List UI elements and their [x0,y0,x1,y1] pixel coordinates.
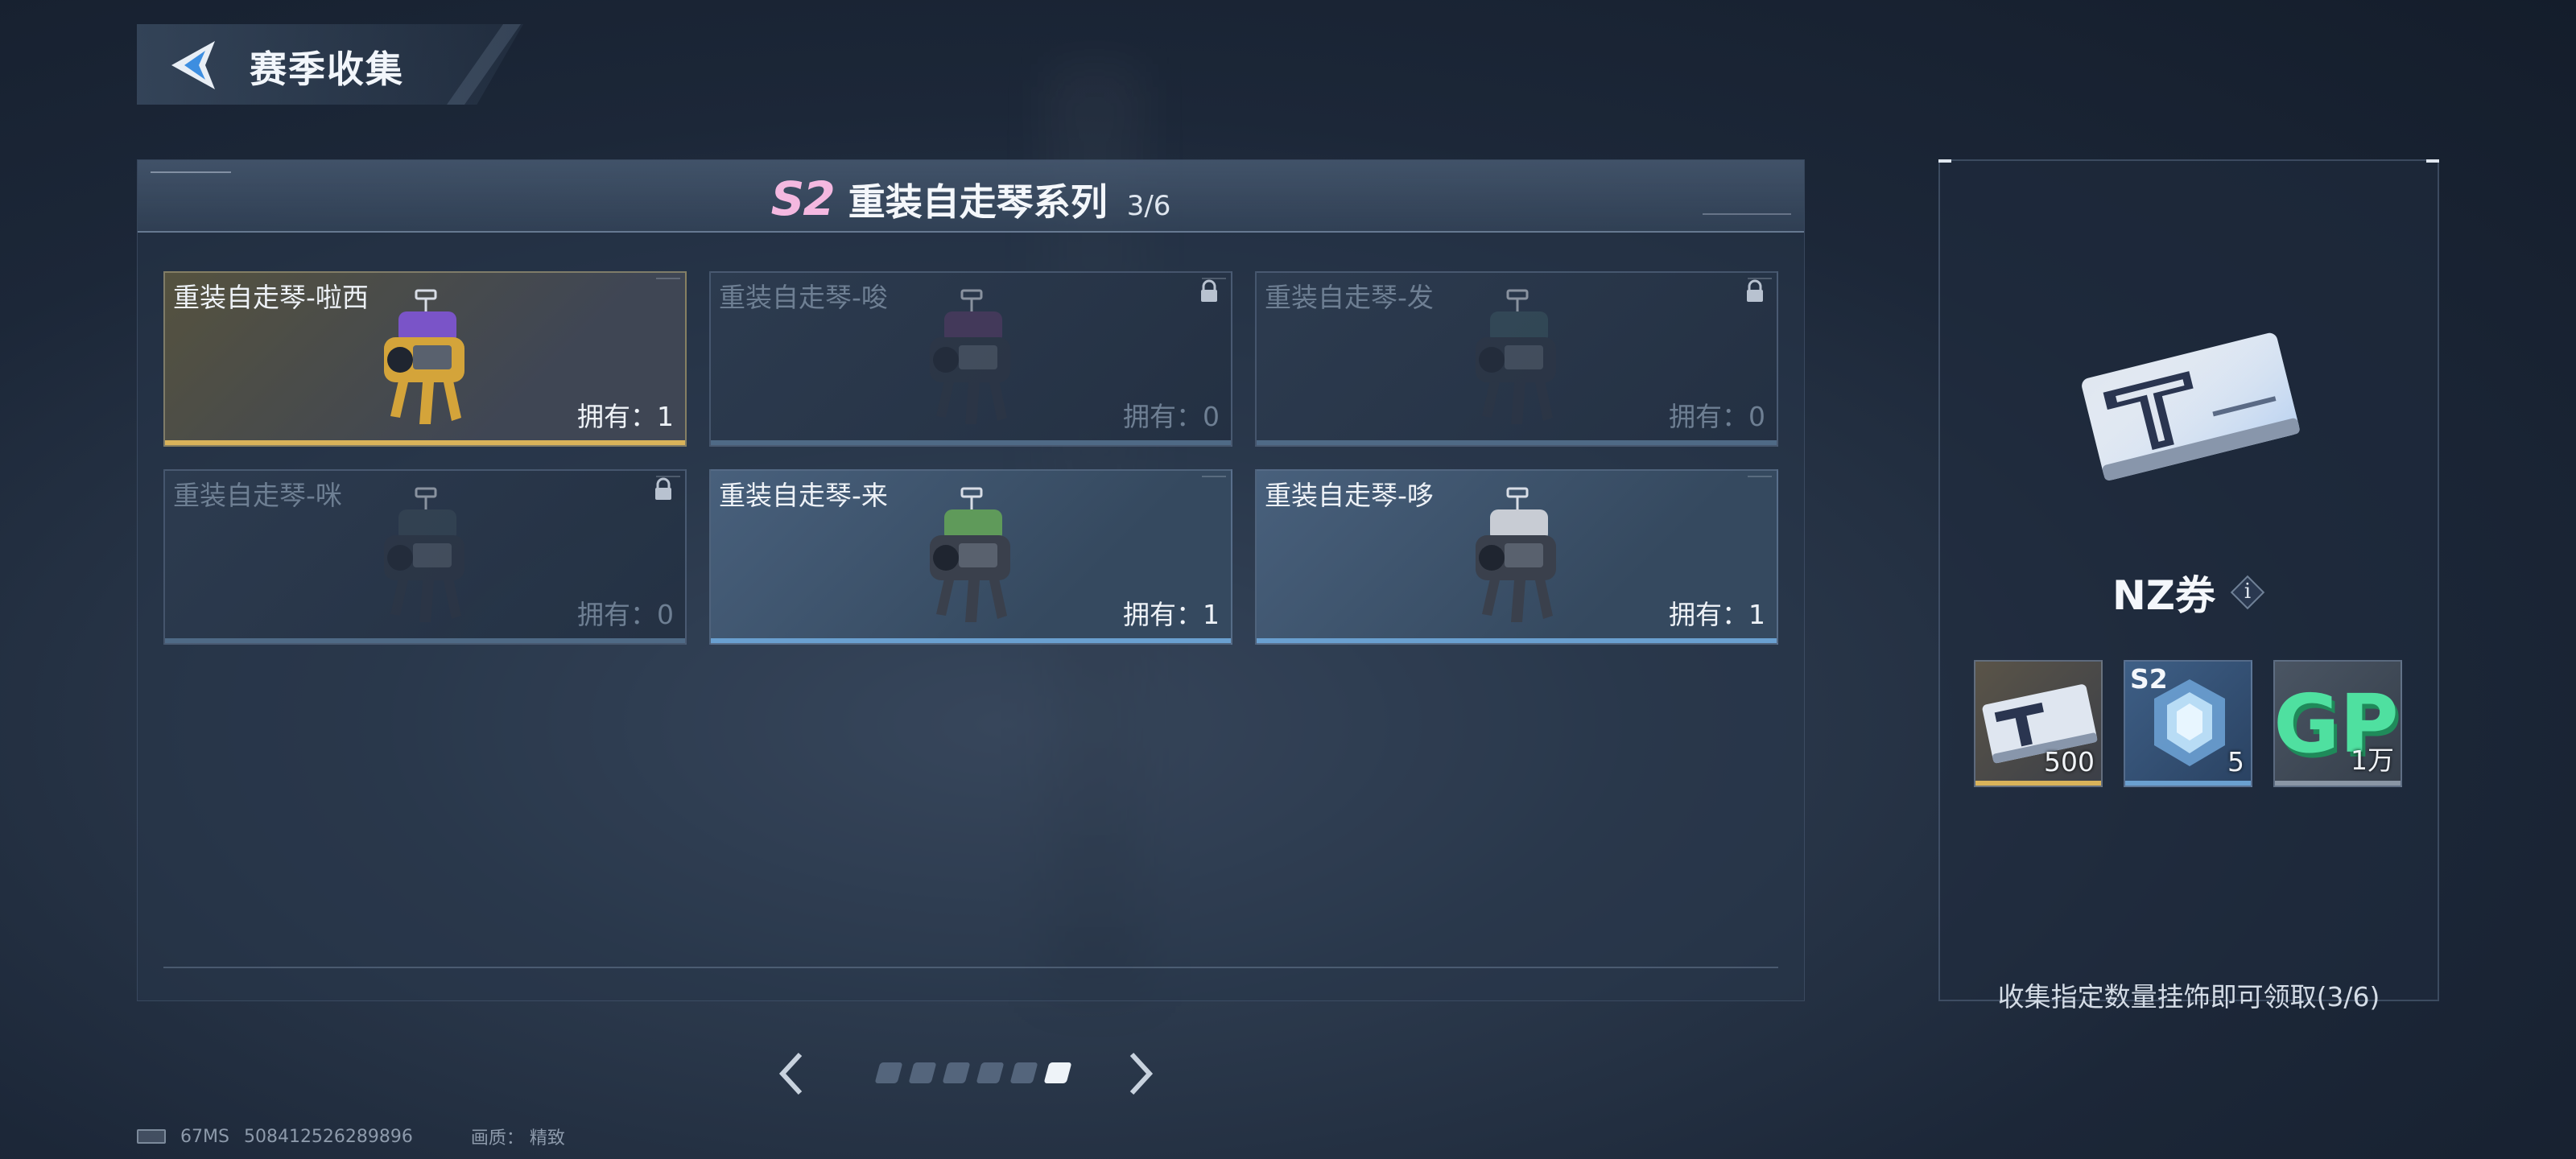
rarity-bar [2125,781,2251,786]
owned-count: 拥有：0 [1669,401,1765,432]
reward-title-group: NZ券 i [1940,563,2438,621]
page-dot[interactable] [1043,1062,1072,1083]
owned-count: 拥有：1 [577,401,674,432]
owned-count: 拥有：0 [1123,401,1220,432]
rarity-bar [165,638,685,643]
panel-corner [2426,159,2439,163]
reward-panel: NZ券 i 500 S2 5 GP GP 1万 收集指定数量挂饰即可领取(3/6… [1938,159,2439,1013]
rarity-bar [1257,440,1777,445]
card-decoration [1748,476,1772,477]
back-button[interactable] [165,36,221,93]
reward-name: NZ券 [2112,572,2216,619]
reward-count: 1万 [2351,744,2394,776]
collection-card[interactable]: 重装自走琴-唆 拥有：0 [709,271,1232,447]
header-stripe [446,24,522,105]
season-badge: S2 [770,171,836,226]
panel-corner [1938,159,1951,163]
page-dot[interactable] [908,1062,937,1083]
autopiano-robot-icon [384,289,464,424]
rarity-bar [165,440,685,445]
chevron-right-icon [1129,1052,1154,1095]
page-dot[interactable] [942,1062,971,1083]
series-progress: 3/6 [1126,190,1171,222]
lock-icon [1201,279,1217,302]
rarity-bar [1975,781,2101,786]
card-decoration [656,278,680,279]
card-name: 重装自走琴-啦西 [173,282,369,313]
reward-count: 5 [2227,746,2244,777]
rarity-bar [1257,638,1777,643]
card-name: 重装自走琴-咪 [173,480,342,511]
reward-item[interactable]: S2 5 [2124,660,2252,787]
quality-setting: 画质： 精致 [470,1128,565,1149]
card-name: 重装自走琴-发 [1265,282,1434,313]
page-indicator [874,1062,1072,1083]
rarity-bar [2275,781,2401,786]
reward-item[interactable]: GP GP 1万 [2273,660,2402,787]
owned-count: 拥有：1 [1669,599,1765,630]
collection-card[interactable]: 重装自走琴-哆 拥有：1 [1255,469,1778,645]
collection-grid: 重装自走琴-啦西 拥有：1 重装自走琴-唆 拥有：0 重装自走琴-发 拥有：0 … [163,271,1778,645]
page-dot[interactable] [874,1062,903,1083]
owned-count: 拥有：0 [577,599,674,630]
ping-value: 67MS [180,1126,229,1147]
autopiano-robot-icon [930,289,1010,424]
reward-item-list: 500 S2 5 GP GP 1万 [1974,660,2402,787]
collection-panel: S2 重装自走琴系列 3/6 重装自走琴-啦西 拥有：1 重装自走琴-唆 拥有：… [137,159,1805,1001]
info-label: i [2244,580,2252,604]
lock-icon [1747,279,1763,302]
prev-page-button[interactable] [773,1050,813,1098]
rarity-bar [711,440,1231,445]
series-header: S2 重装自走琴系列 3/6 [138,160,1804,233]
nz-ticket-icon [2082,332,2300,481]
next-page-button[interactable] [1119,1050,1159,1098]
back-arrow-icon [171,41,215,89]
reward-item[interactable]: 500 [1974,660,2103,787]
card-name: 重装自走琴-来 [719,480,888,511]
page-dot[interactable] [1009,1062,1038,1083]
page-title: 赛季收集 [250,47,404,91]
series-title: 重装自走琴系列 [848,180,1108,224]
autopiano-robot-icon [930,487,1010,622]
reward-description: 收集指定数量挂饰即可领取(3/6) [1997,981,2380,1013]
collection-card[interactable]: 重装自走琴-来 拥有：1 [709,469,1232,645]
autopiano-robot-icon [384,487,464,622]
owned-count: 拥有：1 [1123,599,1220,630]
autopiano-robot-icon [1476,487,1556,622]
card-name: 重装自走琴-唆 [719,282,888,313]
card-decoration [1202,476,1226,477]
card-name: 重装自走琴-哆 [1265,480,1434,511]
signal-icon [137,1129,166,1144]
season-tag: S2 [2130,663,2168,695]
status-bar: 67MS 508412526289896 画质： 精致 [137,1124,565,1149]
page-dot[interactable] [976,1062,1005,1083]
pagination [773,1045,1175,1101]
user-id: 508412526289896 [243,1126,413,1147]
info-button[interactable]: i [2230,575,2265,610]
reward-count: 500 [2044,746,2095,777]
collection-card[interactable]: 重装自走琴-发 拥有：0 [1255,271,1778,447]
chevron-left-icon [778,1052,803,1095]
panel-divider [163,967,1778,968]
series-title-group: S2 重装自走琴系列 3/6 [138,171,1804,226]
collection-card[interactable]: 重装自走琴-咪 拥有：0 [163,469,687,645]
rarity-bar [711,638,1231,643]
lock-icon [655,477,671,500]
autopiano-robot-icon [1476,289,1556,424]
collection-card[interactable]: 重装自走琴-啦西 拥有：1 [163,271,687,447]
